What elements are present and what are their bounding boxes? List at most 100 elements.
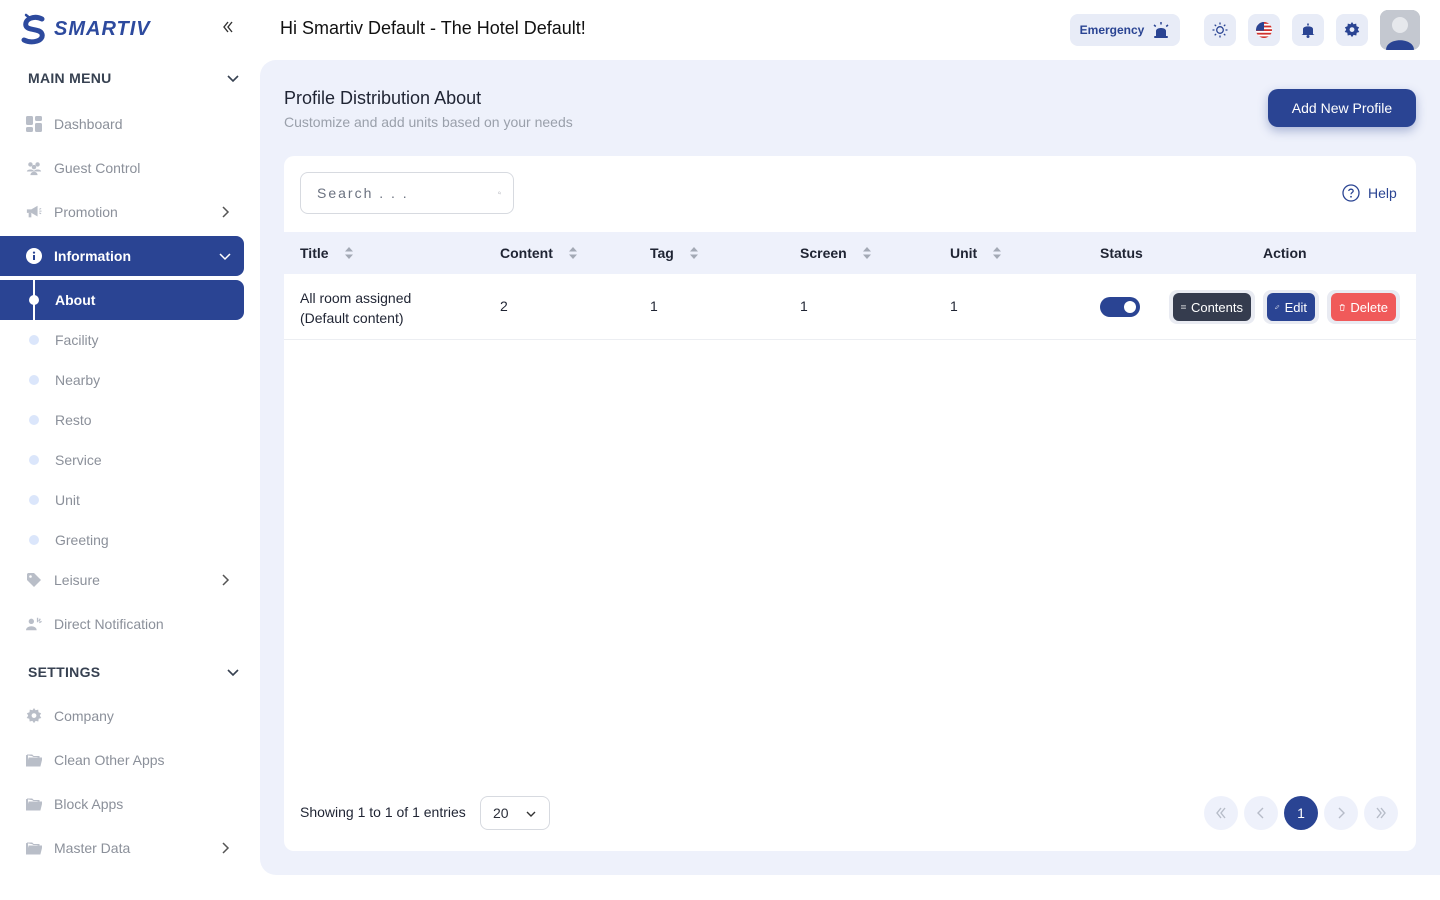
per-page-value: 20: [493, 805, 509, 821]
theme-toggle-button[interactable]: [1204, 14, 1236, 46]
sidebar-item-information[interactable]: Information: [0, 236, 244, 276]
column-header-status: Status: [1100, 232, 1143, 274]
toggle-knob: [1124, 301, 1136, 313]
sidebar-subitem-unit[interactable]: Unit: [0, 480, 244, 520]
sidebar-subitem-greeting[interactable]: Greeting: [0, 520, 244, 560]
sidebar-item-direct-notification[interactable]: Direct Notification: [0, 604, 244, 644]
main-content: Profile Distribution About Customize and…: [260, 60, 1440, 875]
sidebar-subitem-label: About: [55, 292, 96, 308]
chevron-down-icon: [227, 669, 239, 677]
table-header: Title Content Tag Screen Unit Status Act…: [284, 232, 1416, 274]
users-icon: [26, 160, 42, 176]
sidebar-subitem-label: Nearby: [55, 372, 101, 388]
sidebar-item-block-apps[interactable]: Block Apps: [0, 784, 244, 824]
cell-unit: 1: [950, 298, 958, 314]
column-header-screen[interactable]: Screen: [800, 232, 871, 274]
sidebar-subitem-resto[interactable]: Resto: [0, 400, 244, 440]
chevron-right-icon: [222, 206, 230, 218]
chevron-left-icon: [1257, 807, 1264, 819]
sort-icon: [568, 247, 577, 259]
user-notification-icon: [26, 616, 42, 632]
us-flag-icon: [1256, 22, 1272, 38]
sidebar-item-label: Direct Notification: [54, 616, 164, 632]
sidebar-item-clean-other-apps[interactable]: Clean Other Apps: [0, 740, 244, 780]
sidebar-subitem-label: Service: [55, 452, 102, 468]
cell-screen: 1: [800, 298, 808, 314]
table-card: Help Title Content Tag Screen: [284, 156, 1416, 851]
help-label: Help: [1368, 185, 1397, 201]
sidebar-subitem-label: Resto: [55, 412, 92, 428]
sidebar-item-label: Master Data: [54, 840, 131, 856]
header-greeting: Hi Smartiv Default - The Hotel Default!: [280, 18, 586, 38]
language-button[interactable]: [1248, 14, 1280, 46]
bullet-dot-icon: [29, 535, 39, 545]
info-icon: [26, 248, 42, 264]
title-line: All room assigned: [300, 290, 412, 306]
last-page-button[interactable]: [1364, 796, 1398, 830]
dashboard-icon: [26, 116, 42, 132]
title-line: (Default content): [300, 310, 404, 326]
column-header-content[interactable]: Content: [500, 232, 577, 274]
bullet-dot-icon: [29, 455, 39, 465]
contents-button[interactable]: Contents: [1173, 293, 1251, 321]
edit-button[interactable]: Edit: [1267, 293, 1315, 321]
sidebar-subitem-facility[interactable]: Facility: [0, 320, 244, 360]
gear-icon: [1344, 22, 1360, 38]
emergency-label: Emergency: [1079, 23, 1145, 37]
delete-button[interactable]: Delete: [1331, 293, 1396, 321]
first-page-button[interactable]: [1204, 796, 1238, 830]
trash-icon: [1339, 303, 1345, 311]
settings-header[interactable]: SETTINGS: [28, 660, 240, 684]
entries-info: Showing 1 to 1 of 1 entries: [300, 804, 466, 820]
search-box[interactable]: [300, 172, 514, 214]
edit-label: Edit: [1284, 299, 1307, 315]
sidebar-item-master-data[interactable]: Master Data: [0, 828, 244, 868]
page-subtitle: Customize and add units based on your ne…: [284, 114, 573, 130]
chevron-right-icon: [1338, 807, 1345, 819]
folder-icon: [26, 752, 42, 768]
help-link[interactable]: Help: [1342, 184, 1397, 202]
sidebar-item-leisure[interactable]: Leisure: [0, 560, 244, 600]
status-toggle[interactable]: [1100, 297, 1140, 317]
sidebar-subitem-nearby[interactable]: Nearby: [0, 360, 244, 400]
settings-button[interactable]: [1336, 14, 1368, 46]
gear-icon: [26, 708, 42, 724]
folder-icon: [26, 796, 42, 812]
user-avatar[interactable]: [1380, 10, 1420, 50]
sidebar-item-promotion[interactable]: Promotion: [0, 192, 244, 232]
cell-title: All room assigned (Default content): [300, 288, 411, 328]
column-header-title[interactable]: Title: [300, 232, 353, 274]
sidebar-item-dashboard[interactable]: Dashboard: [0, 104, 244, 144]
prev-page-button[interactable]: [1244, 796, 1278, 830]
sun-icon: [1212, 22, 1228, 38]
sidebar-item-label: Clean Other Apps: [54, 752, 165, 768]
sidebar-item-guest-control[interactable]: Guest Control: [0, 148, 244, 188]
collapse-sidebar-button[interactable]: [218, 18, 238, 38]
bullet-dot-icon: [29, 295, 39, 305]
sidebar-item-company[interactable]: Company: [0, 696, 244, 736]
per-page-select[interactable]: 20: [480, 796, 550, 830]
double-chevron-left-icon: [1216, 807, 1226, 819]
sidebar-subitem-about[interactable]: About: [0, 280, 244, 320]
emergency-button[interactable]: Emergency: [1070, 14, 1180, 46]
folder-icon: [26, 840, 42, 856]
bullet-dot-icon: [29, 375, 39, 385]
notifications-button[interactable]: [1292, 14, 1324, 46]
sort-icon: [344, 247, 353, 259]
main-menu-header[interactable]: MAIN MENU: [28, 66, 240, 90]
siren-icon: [1153, 22, 1169, 38]
cell-content: 2: [500, 298, 508, 314]
add-new-profile-button[interactable]: Add New Profile: [1268, 89, 1416, 127]
brand-logo[interactable]: SMARTIV: [20, 12, 151, 46]
delete-label: Delete: [1350, 299, 1388, 315]
bell-icon: [1301, 23, 1315, 38]
next-page-button[interactable]: [1324, 796, 1358, 830]
page-number-button[interactable]: 1: [1284, 796, 1318, 830]
column-header-tag[interactable]: Tag: [650, 232, 698, 274]
column-header-unit[interactable]: Unit: [950, 232, 1002, 274]
search-input[interactable]: [317, 185, 498, 201]
sidebar-subitem-service[interactable]: Service: [0, 440, 244, 480]
column-label: Title: [300, 245, 329, 261]
user-avatar-icon: [1380, 10, 1420, 50]
column-label: Content: [500, 245, 553, 261]
